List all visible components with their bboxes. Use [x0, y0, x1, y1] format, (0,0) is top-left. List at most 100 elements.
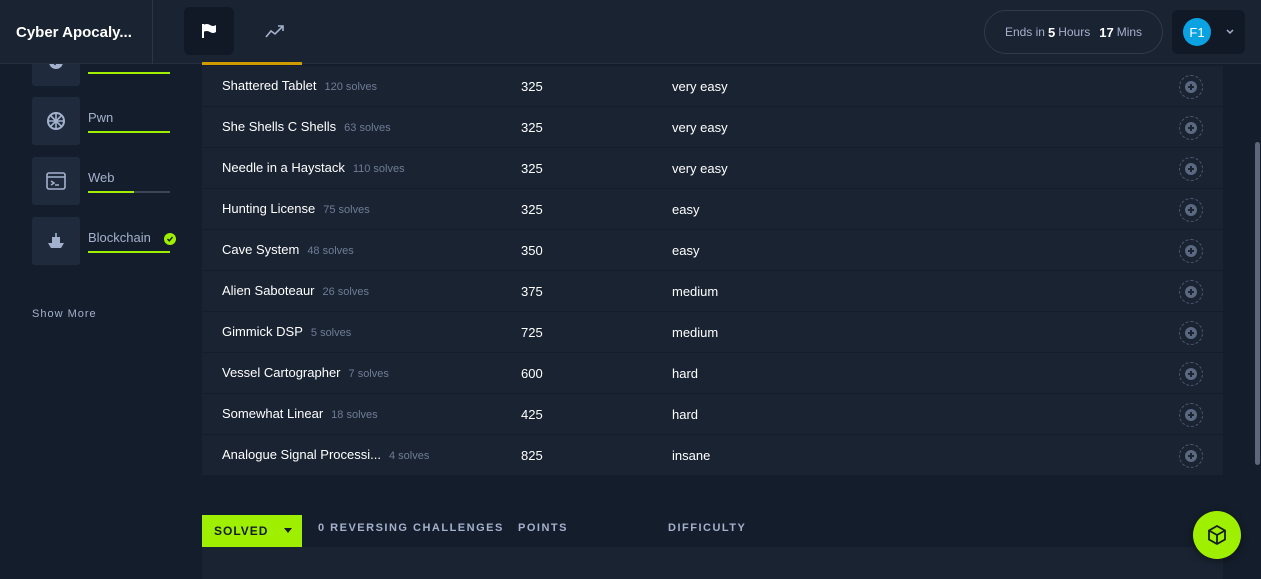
timer-hours-label: Hours	[1058, 25, 1091, 39]
challenge-points: 375	[521, 284, 543, 299]
solved-count-header: 0 REVERSING CHALLENGES	[318, 522, 504, 534]
completed-check-icon	[164, 233, 176, 245]
bug-icon	[47, 112, 65, 130]
challenge-row[interactable]: Vessel Cartographer 7 solves 600 hard	[202, 353, 1223, 394]
plus-circle-icon	[1185, 122, 1197, 134]
category-item-web[interactable]: Web	[32, 157, 182, 205]
app-title[interactable]: Cyber Apocaly...	[0, 0, 153, 64]
challenge-row[interactable]: Alien Saboteaur 26 solves 375 medium	[202, 271, 1223, 312]
challenge-difficulty: very easy	[672, 120, 728, 135]
solved-filter-label: SOLVED	[214, 524, 269, 538]
challenge-row[interactable]: Analogue Signal Processi... 4 solves 825 in…	[202, 435, 1223, 476]
cube-action-button[interactable]	[1193, 511, 1241, 559]
challenge-name[interactable]: Needle in a Haystack 110 solves	[222, 160, 405, 175]
challenge-row[interactable]: Gimmick DSP 5 solves 725 medium	[202, 312, 1223, 353]
plus-circle-icon	[1185, 450, 1197, 462]
challenge-difficulty: hard	[672, 366, 699, 381]
timer-hours-value: 5	[1047, 24, 1056, 40]
challenge-row[interactable]: Shattered Tablet 120 solves 325 very easy	[202, 66, 1223, 107]
solved-table	[202, 547, 1223, 579]
add-to-todo-button[interactable]	[1179, 157, 1203, 181]
add-to-todo-button[interactable]	[1179, 198, 1203, 222]
challenge-title: Vessel Cartographer	[222, 365, 341, 380]
challenge-title: Somewhat Linear	[222, 406, 324, 421]
challenge-name[interactable]: Shattered Tablet 120 solves	[222, 78, 377, 93]
add-to-todo-button[interactable]	[1179, 403, 1203, 427]
category-icon-box	[32, 217, 80, 265]
category-label: Web	[88, 170, 115, 185]
challenge-difficulty: very easy	[672, 79, 728, 94]
challenge-solves: 120 solves	[324, 81, 378, 93]
plus-circle-icon	[1185, 327, 1197, 339]
challenge-solves: 4 solves	[388, 450, 430, 462]
challenge-name[interactable]: Vessel Cartographer 7 solves	[222, 365, 389, 380]
add-to-todo-button[interactable]	[1179, 239, 1203, 263]
challenge-name[interactable]: Cave System 48 solves	[222, 242, 354, 257]
plus-circle-icon	[1185, 368, 1197, 380]
challenge-title: Alien Saboteaur	[222, 283, 315, 298]
add-to-todo-button[interactable]	[1179, 280, 1203, 304]
challenge-solves: 18 solves	[331, 409, 378, 421]
cube-icon	[1208, 524, 1226, 546]
add-to-todo-button[interactable]	[1179, 75, 1203, 99]
solved-filter-dropdown[interactable]: SOLVED	[202, 515, 302, 547]
add-to-todo-button[interactable]	[1179, 362, 1203, 386]
challenge-name[interactable]: Hunting License 75 solves	[222, 201, 370, 216]
category-progress-bar	[88, 72, 170, 74]
challenge-name[interactable]: Analogue Signal Processi... 4 solves	[222, 447, 429, 462]
category-item-pwn[interactable]: Pwn	[32, 97, 182, 145]
challenge-name[interactable]: Somewhat Linear 18 solves	[222, 406, 378, 421]
plus-circle-icon	[1185, 81, 1197, 93]
challenge-row[interactable]: Cave System 48 solves 350 easy	[202, 230, 1223, 271]
add-to-todo-button[interactable]	[1179, 321, 1203, 345]
challenge-solves: 63 solves	[344, 122, 391, 134]
difficulty-column-header[interactable]: DIFFICULTY	[668, 522, 746, 534]
add-to-todo-button[interactable]	[1179, 116, 1203, 140]
category-label: Blockchain	[88, 230, 151, 245]
challenge-points: 350	[521, 243, 543, 258]
challenge-points: 600	[521, 366, 543, 381]
timer-mins-value: 17	[1099, 24, 1114, 40]
trend-chart-icon	[265, 25, 284, 38]
challenge-difficulty: insane	[672, 448, 711, 463]
caret-down-icon	[284, 528, 292, 533]
challenge-points: 425	[521, 407, 543, 422]
category-progress-fill	[88, 131, 170, 133]
points-column-header[interactable]: POINTS	[518, 522, 568, 534]
user-menu[interactable]: F1	[1172, 10, 1245, 54]
challenge-title: Cave System	[222, 242, 300, 257]
challenge-difficulty: very easy	[672, 161, 728, 176]
challenge-solves: 5 solves	[310, 327, 352, 339]
challenge-difficulty: medium	[672, 325, 719, 340]
category-item-blockchain[interactable]: Blockchain	[32, 217, 182, 265]
category-progress-bar	[88, 191, 170, 193]
challenge-name[interactable]: Alien Saboteaur 26 solves	[222, 283, 369, 298]
challenge-title: Needle in a Haystack	[222, 160, 345, 175]
challenge-difficulty: hard	[672, 407, 699, 422]
challenge-row[interactable]: Needle in a Haystack 110 solves 325 very ea…	[202, 148, 1223, 189]
challenges-nav-button[interactable]	[184, 7, 234, 55]
category-icon-box	[32, 97, 80, 145]
timer-prefix: Ends in	[1004, 25, 1045, 39]
browser-icon	[46, 172, 66, 190]
challenge-name[interactable]: She Shells C Shells 63 solves	[222, 119, 391, 134]
stats-nav-button[interactable]	[250, 7, 300, 55]
challenge-difficulty: medium	[672, 284, 719, 299]
challenge-row[interactable]: Hunting License 75 solves 325 easy	[202, 189, 1223, 230]
challenge-solves: 75 solves	[323, 204, 370, 216]
challenge-difficulty: easy	[672, 243, 700, 258]
challenge-name[interactable]: Gimmick DSP 5 solves	[222, 324, 351, 339]
category-progress-bar	[88, 131, 170, 133]
challenge-row[interactable]: She Shells C Shells 63 solves 325 very easy	[202, 107, 1223, 148]
add-to-todo-button[interactable]	[1179, 444, 1203, 468]
challenge-title: Hunting License	[222, 201, 316, 216]
challenge-table: Shattered Tablet 120 solves 325 very easy Sh…	[202, 66, 1223, 475]
show-more-link[interactable]: Show More	[32, 308, 97, 320]
plus-circle-icon	[1185, 245, 1197, 257]
challenge-solves: 7 solves	[348, 368, 389, 380]
challenge-points: 325	[521, 161, 543, 176]
challenge-row[interactable]: Somewhat Linear 18 solves 425 hard	[202, 394, 1223, 435]
timer-mins-label: Mins	[1116, 25, 1143, 39]
page-scrollbar[interactable]	[1255, 142, 1260, 465]
flag-icon	[202, 24, 216, 38]
